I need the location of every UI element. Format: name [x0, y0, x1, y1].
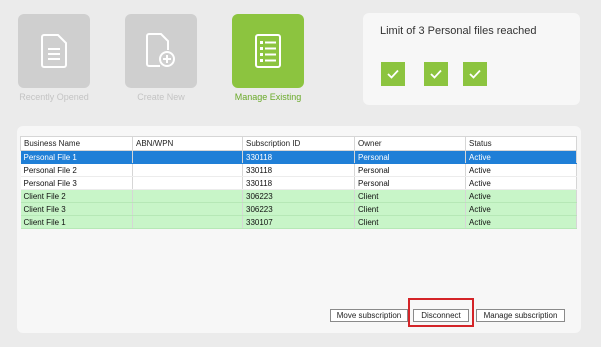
- disconnect-highlight-box: [408, 298, 474, 327]
- cell-status: Active: [465, 150, 577, 164]
- cell-business-name: Client File 2: [20, 189, 133, 203]
- cell-abn-wpn: [132, 189, 243, 203]
- document-icon: [41, 34, 67, 68]
- cell-business-name: Client File 3: [20, 202, 133, 216]
- cell-subscription-id: 330107: [242, 215, 355, 229]
- tile-label-create-new: Create New: [137, 92, 185, 102]
- cell-business-name: Client File 1: [20, 215, 133, 229]
- cell-business-name: Personal File 2: [20, 163, 133, 177]
- table-row[interactable]: Client File 1 330107 Client Active: [20, 215, 577, 229]
- cell-abn-wpn: [132, 215, 243, 229]
- subscriptions-panel: Business Name ABN/WPN Subscription ID Ow…: [17, 126, 581, 333]
- table-header-row: Business Name ABN/WPN Subscription ID Ow…: [20, 136, 577, 151]
- cell-abn-wpn: [132, 202, 243, 216]
- cell-subscription-id: 306223: [242, 202, 355, 216]
- cell-subscription-id: 330118: [242, 150, 355, 164]
- cell-subscription-id: 330118: [242, 163, 355, 177]
- table-row[interactable]: Personal File 2 330118 Personal Active: [20, 163, 577, 177]
- cell-status: Active: [465, 176, 577, 190]
- cell-owner: Client: [354, 202, 466, 216]
- cell-owner: Personal: [354, 163, 466, 177]
- manage-existing-tile[interactable]: [232, 14, 304, 88]
- limit-message: Limit of 3 Personal files reached: [380, 25, 537, 37]
- table-row[interactable]: Personal File 1 330118 Personal Active: [20, 150, 577, 164]
- manage-subscription-button[interactable]: Manage subscription: [476, 309, 565, 322]
- check-icon: [381, 62, 405, 86]
- cell-status: Active: [465, 163, 577, 177]
- table-row[interactable]: Client File 3 306223 Client Active: [20, 202, 577, 216]
- tile-label-manage-existing: Manage Existing: [234, 92, 302, 102]
- table-row[interactable]: Personal File 3 330118 Personal Active: [20, 176, 577, 190]
- cell-owner: Personal: [354, 150, 466, 164]
- tile-label-recently-opened: Recently Opened: [19, 92, 89, 102]
- table-row[interactable]: Client File 2 306223 Client Active: [20, 189, 577, 203]
- cell-status: Active: [465, 189, 577, 203]
- column-header-status[interactable]: Status: [465, 136, 577, 151]
- cell-subscription-id: 306223: [242, 189, 355, 203]
- cell-status: Active: [465, 202, 577, 216]
- list-document-icon: [255, 34, 281, 68]
- create-new-tile[interactable]: [125, 14, 197, 88]
- cell-business-name: Personal File 3: [20, 176, 133, 190]
- column-header-abn-wpn[interactable]: ABN/WPN: [132, 136, 243, 151]
- cell-business-name: Personal File 1: [20, 150, 133, 164]
- cell-status: Active: [465, 215, 577, 229]
- cell-abn-wpn: [132, 150, 243, 164]
- check-icon: [463, 62, 487, 86]
- limit-panel: Limit of 3 Personal files reached: [363, 13, 580, 105]
- cell-subscription-id: 330118: [242, 176, 355, 190]
- cell-owner: Personal: [354, 176, 466, 190]
- column-header-subscription-id[interactable]: Subscription ID: [242, 136, 355, 151]
- cell-abn-wpn: [132, 163, 243, 177]
- move-subscription-button[interactable]: Move subscription: [330, 309, 408, 322]
- cell-abn-wpn: [132, 176, 243, 190]
- column-header-owner[interactable]: Owner: [354, 136, 466, 151]
- recently-opened-tile[interactable]: [18, 14, 90, 88]
- subscriptions-table: Business Name ABN/WPN Subscription ID Ow…: [20, 136, 577, 229]
- column-header-business-name[interactable]: Business Name: [20, 136, 133, 151]
- cell-owner: Client: [354, 215, 466, 229]
- cell-owner: Client: [354, 189, 466, 203]
- document-add-icon: [146, 33, 175, 67]
- check-icon: [424, 62, 448, 86]
